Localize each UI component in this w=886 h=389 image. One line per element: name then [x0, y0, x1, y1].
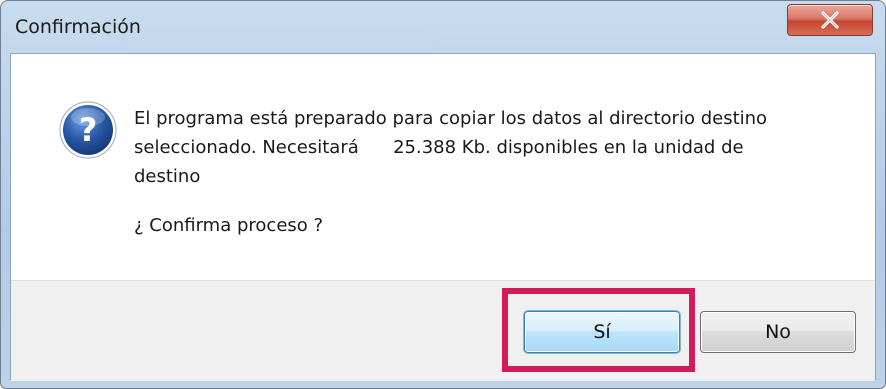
dialog-window: Confirmación ? El programa está preparad…	[0, 0, 886, 389]
close-icon	[821, 11, 839, 29]
message-area: ? El programa está preparado para copiar…	[11, 54, 875, 280]
window-title: Confirmación	[15, 16, 141, 38]
close-button[interactable]	[787, 4, 873, 36]
message-line-1: El programa está preparado para copiar l…	[134, 108, 768, 129]
message-text: El programa está preparado para copiar l…	[134, 104, 854, 191]
button-bar: Sí No	[11, 280, 875, 381]
dialog-body: ? El programa está preparado para copiar…	[10, 53, 876, 381]
svg-text:?: ?	[79, 111, 98, 149]
question-icon: ?	[59, 101, 117, 159]
no-button[interactable]: No	[700, 311, 856, 353]
confirm-question: ¿ Confirma proceso ?	[134, 215, 324, 236]
message-line-3: destino	[134, 166, 201, 187]
message-line-2: seleccionado. Necesitará 25.388 Kb. disp…	[134, 137, 744, 158]
title-bar[interactable]: Confirmación	[1, 1, 885, 53]
yes-button[interactable]: Sí	[524, 311, 680, 353]
